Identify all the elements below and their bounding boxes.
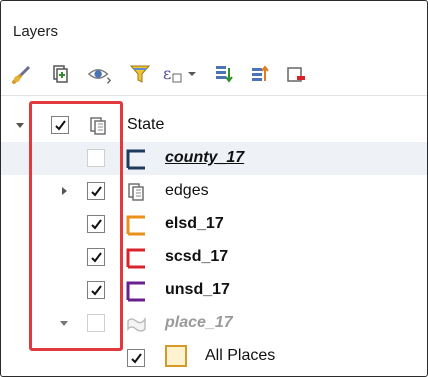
tree-row-county[interactable]: county_17 <box>1 142 427 175</box>
remove-layer-icon[interactable] <box>283 61 309 87</box>
layer-label: county_17 <box>165 149 245 166</box>
expand-arrow-icon[interactable] <box>59 185 69 197</box>
polygon-layer-icon <box>125 280 147 302</box>
filter-expression-icon[interactable]: ε <box>161 61 201 87</box>
tree-row-place[interactable]: place_17 <box>1 307 427 340</box>
county-visibility-checkbox[interactable] <box>87 149 105 167</box>
tree-row-elsd[interactable]: elsd_17 <box>1 208 427 241</box>
polygon-layer-icon <box>125 214 147 236</box>
edges-visibility-checkbox[interactable] <box>87 182 105 200</box>
collapse-arrow-icon[interactable] <box>59 317 69 329</box>
layer-group-icon <box>125 181 147 203</box>
collapse-all-icon[interactable] <box>247 61 273 87</box>
svg-text:ε: ε <box>163 64 171 83</box>
layer-label: place_17 <box>165 314 233 331</box>
layer-label: elsd_17 <box>165 215 224 232</box>
legend-swatch <box>165 345 187 367</box>
tree-row-scsd[interactable]: scsd_17 <box>1 241 427 274</box>
place-visibility-checkbox[interactable] <box>87 314 105 332</box>
layer-label: unsd_17 <box>165 281 230 298</box>
polygon-layer-icon <box>125 247 147 269</box>
state-visibility-checkbox[interactable] <box>51 116 69 134</box>
tree-row-legend[interactable]: All Places <box>1 340 427 373</box>
layer-label: edges <box>165 182 209 199</box>
collapse-arrow-icon[interactable] <box>15 119 25 131</box>
panel-title: Layers <box>13 23 59 40</box>
group-label: State <box>127 116 165 133</box>
scsd-visibility-checkbox[interactable] <box>87 248 105 266</box>
manage-map-themes-icon[interactable] <box>87 61 113 87</box>
tree-row-state[interactable]: State <box>1 109 427 142</box>
layer-label: scsd_17 <box>165 248 229 265</box>
add-group-icon[interactable] <box>47 61 73 87</box>
polygon-layer-icon <box>125 313 147 335</box>
tree-row-edges[interactable]: edges <box>1 175 427 208</box>
legend-visibility-checkbox[interactable] <box>127 349 145 367</box>
unsd-visibility-checkbox[interactable] <box>87 281 105 299</box>
filter-legend-icon[interactable] <box>127 61 153 87</box>
layers-panel: Layers ε State county_17 edges elsd_17 s… <box>0 0 428 377</box>
expand-all-icon[interactable] <box>211 61 237 87</box>
tree-row-unsd[interactable]: unsd_17 <box>1 274 427 307</box>
elsd-visibility-checkbox[interactable] <box>87 215 105 233</box>
layers-toolbar: ε <box>1 53 427 96</box>
polygon-layer-icon <box>125 148 147 170</box>
legend-label: All Places <box>205 347 276 364</box>
style-brush-icon[interactable] <box>9 61 35 87</box>
layer-group-icon <box>87 115 109 137</box>
